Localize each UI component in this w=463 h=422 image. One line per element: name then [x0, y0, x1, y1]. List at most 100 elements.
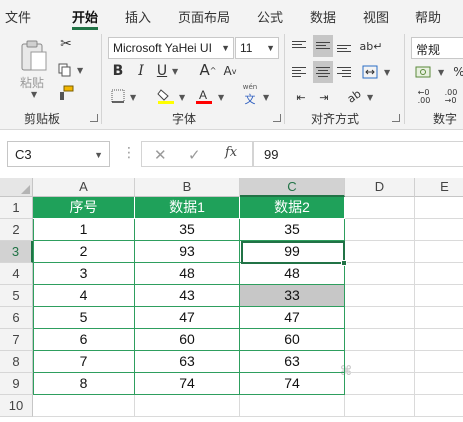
font-launcher-icon[interactable]: [273, 114, 281, 122]
row-header-5[interactable]: 5: [0, 285, 33, 307]
chevron-down-icon[interactable]: ▼: [172, 67, 178, 76]
underline-button[interactable]: U: [154, 62, 170, 80]
cell-b9[interactable]: 74: [135, 373, 240, 395]
copy-icon[interactable]: [57, 62, 73, 78]
accounting-format-icon[interactable]: [413, 63, 435, 81]
cell-e8[interactable]: [415, 351, 463, 373]
align-center-icon[interactable]: [313, 61, 333, 83]
cell-d6[interactable]: [345, 307, 415, 329]
align-left-icon[interactable]: [292, 63, 310, 81]
alignment-launcher-icon[interactable]: [392, 114, 400, 122]
cut-icon[interactable]: ✂: [58, 36, 74, 52]
cell-e10[interactable]: [415, 395, 463, 417]
row-header-10[interactable]: 10: [0, 395, 33, 417]
font-name-select[interactable]: Microsoft YaHei UI ▼: [108, 37, 234, 59]
cell-c3[interactable]: 99: [240, 241, 345, 263]
cell-c9[interactable]: 74: [240, 373, 345, 395]
column-header-e[interactable]: E: [415, 178, 463, 197]
cell-d10[interactable]: [345, 395, 415, 417]
row-header-7[interactable]: 7: [0, 329, 33, 351]
fill-color-button[interactable]: [156, 86, 176, 106]
cell-b3[interactable]: 93: [135, 241, 240, 263]
row-header-3[interactable]: 3: [0, 241, 33, 263]
select-all-button[interactable]: [0, 178, 33, 197]
clipboard-launcher-icon[interactable]: [90, 114, 98, 122]
row-header-1[interactable]: 1: [0, 197, 33, 219]
align-top-icon[interactable]: [292, 37, 310, 55]
cell-b4[interactable]: 48: [135, 263, 240, 285]
tab-file[interactable]: 文件: [5, 7, 31, 26]
borders-icon[interactable]: [110, 88, 126, 104]
cell-d2[interactable]: [345, 219, 415, 241]
number-format-select[interactable]: 常规: [411, 37, 463, 59]
increase-decimal-icon[interactable]: ←0.00: [413, 88, 435, 106]
cell-a8[interactable]: 7: [33, 351, 135, 373]
cell-b2[interactable]: 35: [135, 219, 240, 241]
cell-c1[interactable]: 数据2: [240, 197, 345, 219]
chevron-down-icon[interactable]: ▼: [367, 93, 373, 102]
align-right-icon[interactable]: [337, 63, 355, 81]
font-size-select[interactable]: 11 ▼: [235, 37, 279, 59]
check-icon[interactable]: ✓: [188, 146, 201, 164]
column-header-b[interactable]: B: [135, 178, 240, 197]
tab-view[interactable]: 视图: [363, 7, 389, 26]
cell-e5[interactable]: [415, 285, 463, 307]
cell-a5[interactable]: 4: [33, 285, 135, 307]
tab-insert[interactable]: 插入: [125, 7, 151, 26]
cell-e1[interactable]: [415, 197, 463, 219]
chevron-down-icon[interactable]: ▼: [263, 93, 269, 102]
cell-b6[interactable]: 47: [135, 307, 240, 329]
cell-a1[interactable]: 序号: [33, 197, 135, 219]
cell-d5[interactable]: [345, 285, 415, 307]
cell-b1[interactable]: 数据1: [135, 197, 240, 219]
cell-a4[interactable]: 3: [33, 263, 135, 285]
row-header-9[interactable]: 9: [0, 373, 33, 395]
orientation-icon[interactable]: ab: [341, 83, 366, 108]
phonetic-button[interactable]: wén 文: [240, 83, 260, 106]
row-header-8[interactable]: 8: [0, 351, 33, 373]
increase-indent-icon[interactable]: ⇥: [315, 88, 333, 106]
cell-e7[interactable]: [415, 329, 463, 351]
cell-e9[interactable]: [415, 373, 463, 395]
italic-button[interactable]: I: [133, 62, 149, 80]
cell-c8[interactable]: 63: [240, 351, 345, 373]
cell-d3[interactable]: [345, 241, 415, 263]
cell-c5[interactable]: 33: [240, 285, 345, 307]
chevron-down-icon[interactable]: ▼: [384, 68, 390, 77]
align-middle-icon[interactable]: [313, 35, 333, 57]
cell-d9[interactable]: [345, 373, 415, 395]
cell-a6[interactable]: 5: [33, 307, 135, 329]
wrap-text-icon[interactable]: ab↵: [360, 36, 383, 56]
cell-b8[interactable]: 63: [135, 351, 240, 373]
cell-a7[interactable]: 6: [33, 329, 135, 351]
chevron-down-icon[interactable]: ▼: [31, 90, 37, 99]
column-header-d[interactable]: D: [345, 178, 415, 197]
cell-c4[interactable]: 48: [240, 263, 345, 285]
column-header-a[interactable]: A: [33, 178, 135, 197]
percent-style-icon[interactable]: %: [452, 63, 463, 81]
decrease-indent-icon[interactable]: ⇤: [292, 88, 310, 106]
cell-e2[interactable]: [415, 219, 463, 241]
cell-c2[interactable]: 35: [240, 219, 345, 241]
row-header-2[interactable]: 2: [0, 219, 33, 241]
cell-d4[interactable]: [345, 263, 415, 285]
cell-e6[interactable]: [415, 307, 463, 329]
cell-d8[interactable]: [345, 351, 415, 373]
cell-e4[interactable]: [415, 263, 463, 285]
decrease-font-button[interactable]: Av: [222, 62, 238, 80]
bold-button[interactable]: B: [110, 62, 126, 80]
name-box[interactable]: C3 ▼: [7, 141, 110, 167]
cell-b10[interactable]: [135, 395, 240, 417]
tab-help[interactable]: 帮助: [415, 7, 441, 26]
chevron-down-icon[interactable]: ▼: [218, 93, 224, 102]
column-header-c[interactable]: C: [240, 178, 345, 197]
cell-c10[interactable]: [240, 395, 345, 417]
cell-a10[interactable]: [33, 395, 135, 417]
chevron-down-icon[interactable]: ▼: [94, 150, 103, 160]
tab-page-layout[interactable]: 页面布局: [178, 7, 230, 26]
chevron-down-icon[interactable]: ▼: [179, 93, 185, 102]
align-bottom-icon[interactable]: [337, 37, 355, 55]
cell-c7[interactable]: 60: [240, 329, 345, 351]
tab-data[interactable]: 数据: [310, 7, 336, 26]
cell-d1[interactable]: [345, 197, 415, 219]
